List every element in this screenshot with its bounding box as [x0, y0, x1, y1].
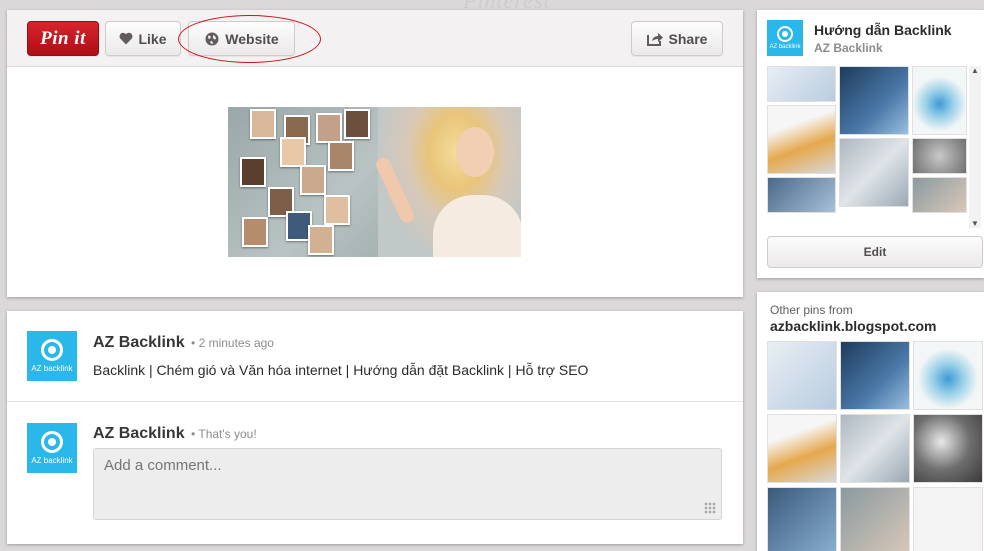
collage-photo [242, 217, 268, 247]
like-button[interactable]: Like [105, 21, 181, 56]
other-pin-thumbnail[interactable] [840, 341, 910, 410]
comment-input[interactable] [93, 448, 722, 520]
az-logo-icon [41, 431, 63, 453]
annotation-ellipse [178, 15, 321, 63]
comment-text: Backlink | Chém gió và Văn hóa internet … [93, 362, 589, 378]
pin-it-label: Pin it [40, 27, 86, 49]
avatar-label: AZ backlink [31, 364, 73, 373]
board-thumbnails [767, 66, 967, 216]
board-thumbnail[interactable] [912, 177, 967, 213]
other-pins-thumbnails [767, 341, 984, 551]
woman-face [456, 127, 494, 177]
collage-photo [250, 109, 276, 139]
board-title[interactable]: Hướng dẫn Backlink [814, 22, 952, 38]
board-thumbnail[interactable] [767, 105, 836, 174]
collage-photo [300, 165, 326, 195]
comment-timestamp: • 2 minutes ago [191, 336, 274, 350]
collage-photo [280, 137, 306, 167]
board-scrollbar[interactable]: ▲ ▼ [969, 66, 981, 228]
other-pin-thumbnail[interactable] [840, 487, 910, 551]
avatar-label: AZ backlink [31, 456, 73, 465]
comment-note: • That's you! [191, 427, 257, 441]
heart-icon [120, 32, 133, 45]
resize-grip-icon[interactable] [704, 502, 716, 514]
collage-photo [240, 157, 266, 187]
board-avatar[interactable]: AZ backlink [767, 20, 803, 56]
comment-author-name[interactable]: AZ Backlink [93, 425, 185, 442]
other-pin-thumbnail[interactable] [913, 414, 983, 483]
comment-author: AZ Backlink • That's you! [93, 425, 257, 443]
share-button[interactable]: Share [631, 21, 723, 56]
board-card: AZ backlink Hướng dẫn Backlink AZ Backli… [757, 10, 984, 278]
other-pins-domain[interactable]: azbacklink.blogspot.com [770, 318, 936, 334]
collage-photo [324, 195, 350, 225]
profile-photo-collage [228, 107, 370, 257]
other-pin-thumbnail[interactable] [913, 341, 983, 410]
edit-label: Edit [863, 245, 887, 259]
az-logo-icon [777, 26, 793, 42]
scroll-up-icon[interactable]: ▲ [969, 66, 981, 75]
pin-it-button[interactable]: Pin it [27, 21, 99, 56]
pin-action-bar: Pin it Like Website Share [7, 10, 743, 67]
avatar[interactable]: AZ backlink [27, 423, 77, 473]
other-pin-thumbnail[interactable] [767, 341, 837, 410]
board-thumbnail[interactable] [767, 177, 836, 213]
divider [7, 401, 743, 402]
pin-image[interactable] [228, 107, 521, 257]
pin-card: Pin it Like Website Share [7, 10, 743, 297]
woman-arm [373, 155, 417, 225]
az-logo-icon [41, 339, 63, 361]
other-pin-thumbnail[interactable] [767, 414, 837, 483]
collage-photo [316, 113, 342, 143]
edit-board-button[interactable]: Edit [767, 236, 983, 268]
woman-body [433, 195, 521, 257]
board-thumbnail[interactable] [839, 66, 909, 135]
board-thumbnail[interactable] [767, 66, 836, 102]
other-pin-thumbnail[interactable] [840, 414, 910, 483]
board-owner[interactable]: AZ Backlink [814, 41, 883, 55]
avatar-label: AZ backlink [769, 44, 801, 50]
other-pins-label: Other pins from [770, 303, 853, 317]
other-pin-thumbnail[interactable] [913, 487, 983, 551]
like-label: Like [138, 30, 167, 47]
avatar[interactable]: AZ backlink [27, 331, 77, 381]
comment-author-name[interactable]: AZ Backlink [93, 334, 185, 351]
collage-photo [328, 141, 354, 171]
collage-photo [344, 109, 370, 139]
scroll-down-icon[interactable]: ▼ [969, 219, 981, 228]
board-thumbnail[interactable] [912, 138, 967, 174]
board-thumbnail[interactable] [839, 138, 909, 207]
board-thumbnail[interactable] [912, 66, 967, 135]
other-pins-card: Other pins from azbacklink.blogspot.com [757, 292, 984, 551]
share-arrow-icon [646, 32, 663, 46]
collage-photo [308, 225, 334, 255]
other-pin-thumbnail[interactable] [767, 487, 837, 551]
comment-author: AZ Backlink • 2 minutes ago [93, 334, 274, 352]
comments-card: AZ backlink AZ Backlink • 2 minutes ago … [7, 311, 743, 544]
share-label: Share [668, 30, 708, 47]
woman-figure [373, 107, 521, 257]
